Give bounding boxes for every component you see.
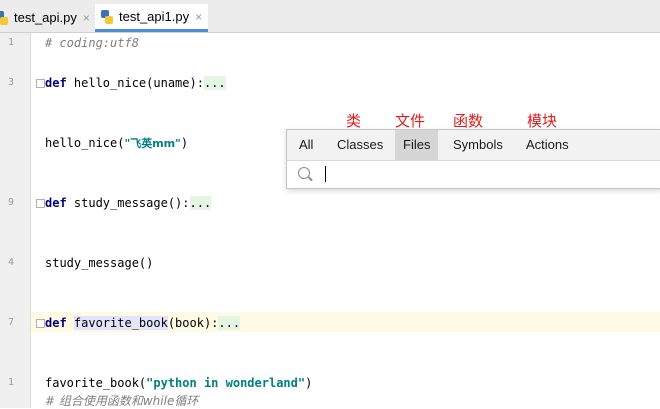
line-number: 7 [7, 317, 14, 328]
tab-symbols[interactable]: Symbols [445, 130, 511, 160]
search-icon [298, 167, 310, 179]
call-close: ) [305, 376, 313, 390]
fold-marker-icon[interactable] [36, 199, 45, 208]
folded-body[interactable]: ... [203, 76, 226, 90]
text-caret [325, 166, 326, 182]
code-line: def hello_nice(uname):... [45, 76, 226, 91]
annotation-symbols: 函数 [453, 112, 484, 130]
folded-body[interactable]: ... [218, 316, 241, 330]
code-line: def favorite_book(book):... [45, 316, 241, 331]
editor-tab-bar: test_api.py × test_api1.py × [0, 0, 660, 33]
search-input[interactable] [287, 161, 660, 188]
code-line: hello_nice("飞英mm") [45, 136, 188, 151]
code-line: def study_message():... [45, 196, 212, 211]
function-signature: hello_nice(uname): [73, 76, 204, 90]
tab-test-api[interactable]: test_api.py × [0, 4, 90, 31]
keyword: def [45, 316, 74, 330]
function-signature: study_message(): [73, 196, 190, 210]
close-icon[interactable]: × [83, 11, 90, 25]
keyword: def [45, 76, 74, 90]
annotation-actions: 模块 [527, 112, 558, 130]
line-number: 9 [7, 197, 14, 208]
function-params: (book): [167, 316, 219, 330]
code-line: # 组合使用函数和while循环 [45, 394, 199, 408]
code-line: # coding:utf8 [45, 36, 139, 50]
python-file-icon [0, 10, 8, 25]
annotation-classes: 类 [346, 112, 362, 130]
call-name: hello_nice( [45, 136, 125, 150]
tab-classes[interactable]: Classes [329, 130, 391, 160]
tab-all[interactable]: All [291, 130, 321, 160]
keyword: def [45, 196, 74, 210]
line-number: 1 [7, 37, 14, 48]
line-number-gutter: 1 3 9 4 7 1 [0, 33, 31, 408]
string-literal: "飞英mm" [124, 137, 181, 150]
fold-marker-icon[interactable] [36, 319, 45, 328]
string-literal: "python in wonderland" [146, 376, 306, 390]
code-line: favorite_book("python in wonderland") [45, 376, 312, 391]
line-number: 4 [7, 257, 14, 268]
popup-tab-bar: All Classes Files Symbols Actions [287, 130, 660, 161]
search-everywhere-popup: All Classes Files Symbols Actions [286, 129, 660, 189]
function-name: favorite_book [73, 316, 168, 330]
tab-actions[interactable]: Actions [518, 130, 577, 160]
fold-marker-icon[interactable] [36, 79, 45, 88]
code-line: study_message() [45, 256, 154, 270]
line-number: 1 [7, 377, 14, 388]
python-file-icon [101, 9, 113, 24]
annotation-files: 文件 [395, 112, 426, 130]
close-icon[interactable]: × [195, 10, 202, 24]
call-close: ) [180, 136, 189, 150]
tab-label: test_api.py [14, 10, 77, 25]
tab-label: test_api1.py [119, 9, 190, 24]
tab-test-api1[interactable]: test_api1.py × [95, 4, 209, 32]
line-number: 3 [7, 77, 14, 88]
tab-files[interactable]: Files [395, 130, 439, 160]
call-name: favorite_book( [45, 376, 147, 390]
folded-body[interactable]: ... [189, 196, 212, 210]
